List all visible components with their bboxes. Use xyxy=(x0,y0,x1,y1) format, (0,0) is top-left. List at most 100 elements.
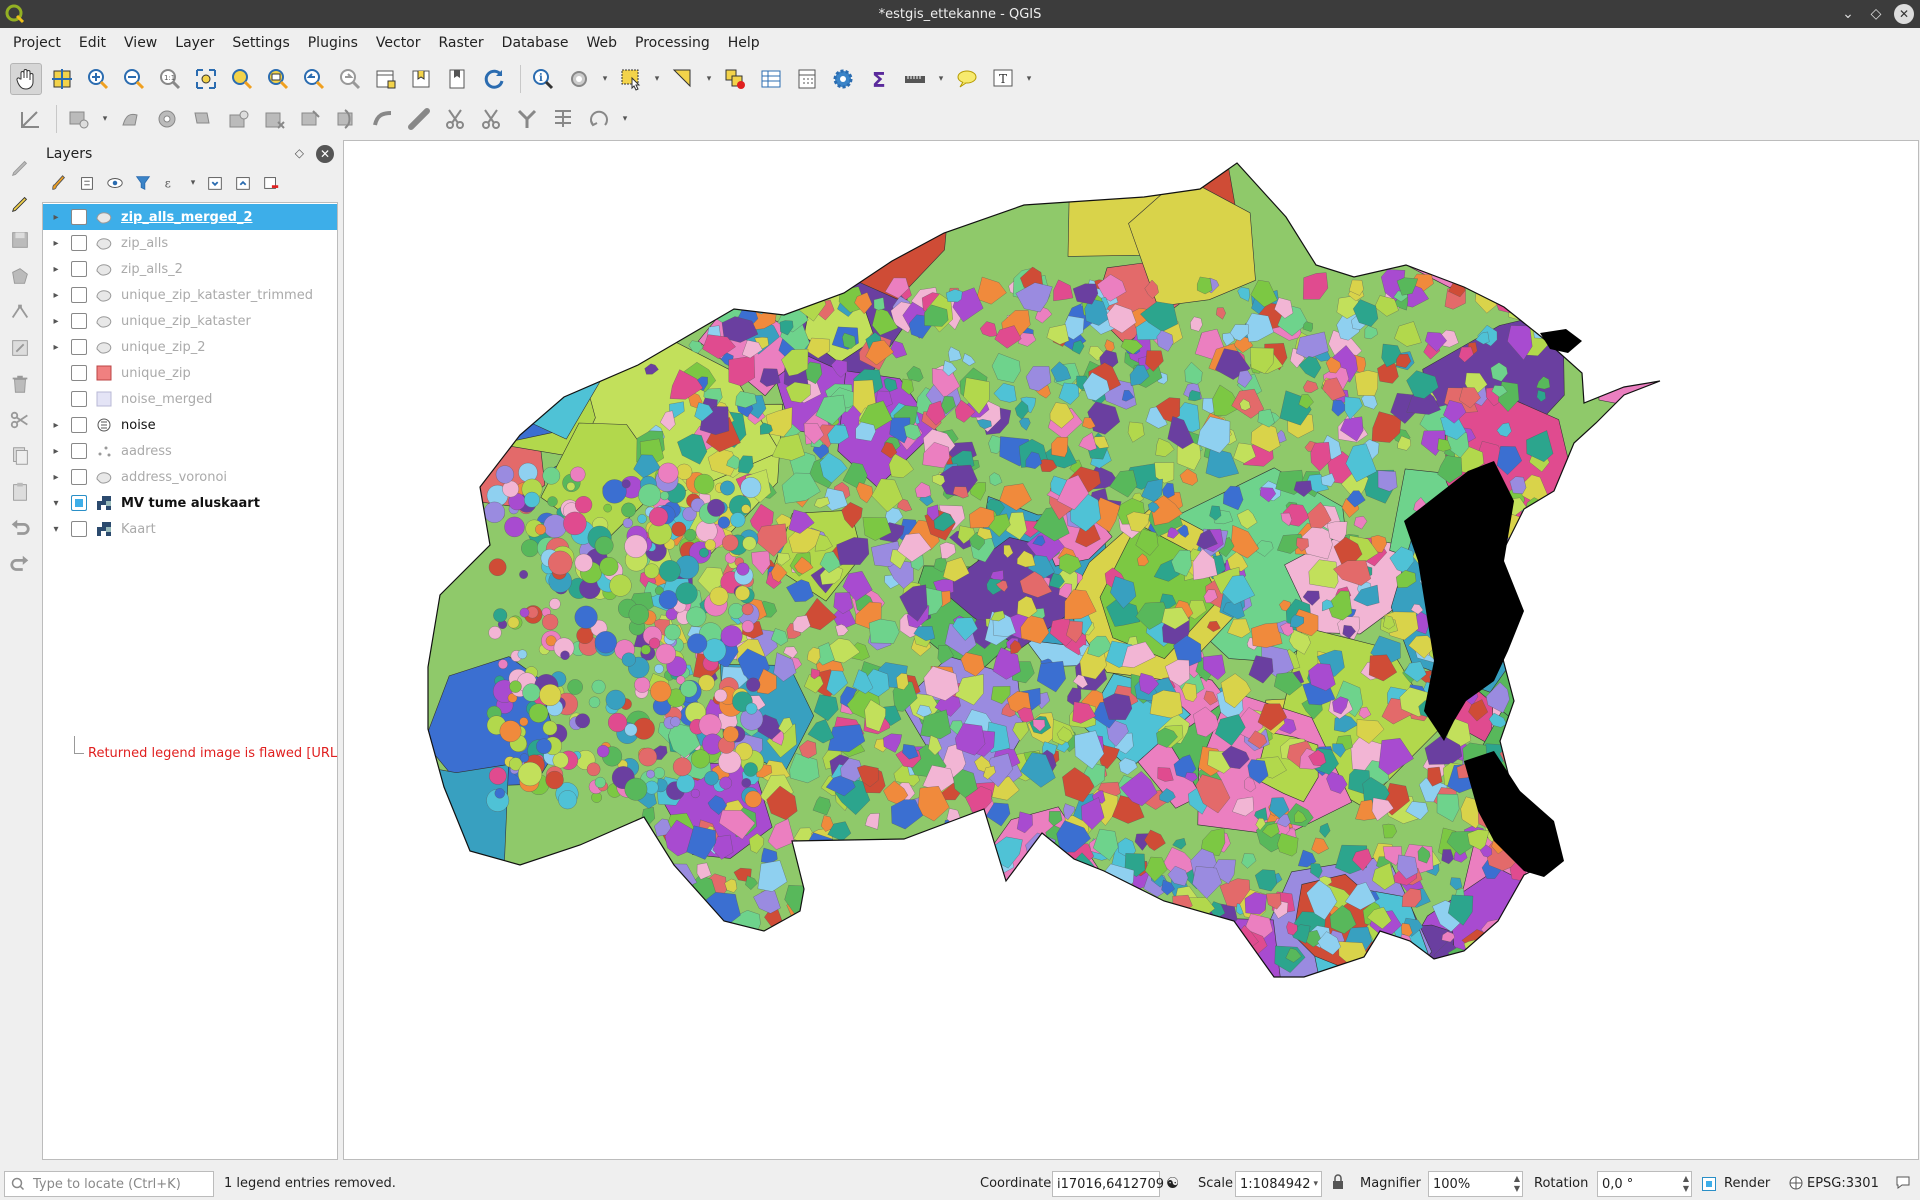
identify-features-button[interactable]: i xyxy=(527,63,559,95)
reshape-button[interactable] xyxy=(331,103,363,135)
map-tips-button[interactable] xyxy=(951,63,983,95)
paste-features-button[interactable] xyxy=(0,474,40,510)
pan-to-selection-button[interactable] xyxy=(46,63,78,95)
expand-chevron-icon[interactable]: ▸ xyxy=(43,290,65,301)
minimize-icon[interactable]: ⌄ xyxy=(1838,4,1858,24)
close-panel-icon[interactable]: ✕ xyxy=(316,145,334,163)
menu-raster[interactable]: Raster xyxy=(430,35,493,51)
menu-vector[interactable]: Vector xyxy=(367,35,430,51)
select-features-button[interactable] xyxy=(615,63,647,95)
layer-visibility-checkbox[interactable] xyxy=(71,313,87,329)
expand-chevron-icon[interactable]: ▸ xyxy=(43,316,65,327)
field-calculator-button[interactable] xyxy=(791,63,823,95)
select-by-value-button[interactable] xyxy=(667,63,699,95)
zoom-in-button[interactable] xyxy=(82,63,114,95)
undo-redo-tool-button[interactable] xyxy=(63,103,95,135)
add-feature-button[interactable] xyxy=(0,258,40,294)
actions-button[interactable] xyxy=(563,63,595,95)
magnifier-field[interactable]: 100% ▲ ▼ xyxy=(1428,1171,1523,1197)
remove-layer-button[interactable] xyxy=(260,172,282,194)
redo-button[interactable] xyxy=(0,546,40,582)
menu-layer[interactable]: Layer xyxy=(166,35,223,51)
simplify-feature-button[interactable] xyxy=(115,103,147,135)
zoom-full-button[interactable] xyxy=(190,63,222,95)
zoom-next-button[interactable] xyxy=(334,63,366,95)
open-attribute-table-button[interactable] xyxy=(755,63,787,95)
expression-dropdown-icon[interactable]: ▾ xyxy=(188,172,198,194)
crs-button[interactable]: EPSG:3301 xyxy=(1807,1176,1879,1191)
layer-row[interactable]: ▾ MV tume aluskaart xyxy=(43,490,337,516)
layer-visibility-checkbox[interactable] xyxy=(71,261,87,277)
menu-plugins[interactable]: Plugins xyxy=(299,35,367,51)
modify-attributes-button[interactable] xyxy=(0,330,40,366)
layer-visibility-checkbox[interactable] xyxy=(71,339,87,355)
collapse-all-button[interactable] xyxy=(232,172,254,194)
new-map-view-button[interactable] xyxy=(370,63,402,95)
rotation-spinner-icon[interactable]: ▲ ▼ xyxy=(1683,1174,1689,1194)
locator-search-input[interactable]: Type to locate (Ctrl+K) xyxy=(4,1171,214,1197)
scale-field[interactable]: 1:1084942 ▾ xyxy=(1235,1171,1322,1197)
layer-visibility-checkbox[interactable] xyxy=(71,417,87,433)
rotation-field[interactable]: 0,0 ° ▲ ▼ xyxy=(1597,1171,1692,1197)
new-bookmark-button[interactable] xyxy=(406,63,438,95)
zoom-out-button[interactable] xyxy=(118,63,150,95)
toggle-editing-button[interactable] xyxy=(0,186,40,222)
render-checkbox[interactable] xyxy=(1702,1177,1716,1191)
menu-view[interactable]: View xyxy=(115,35,166,51)
layer-visibility-checkbox[interactable] xyxy=(71,365,87,381)
layer-row[interactable]: ▸ aadress xyxy=(43,438,337,464)
expand-chevron-icon[interactable]: ▸ xyxy=(43,264,65,275)
vertex-tool-button[interactable] xyxy=(0,294,40,330)
layer-row[interactable]: unique_zip xyxy=(43,360,337,386)
layer-visibility-checkbox[interactable] xyxy=(71,287,87,303)
expand-chevron-icon[interactable]: ▸ xyxy=(43,420,65,431)
messages-icon[interactable] xyxy=(1895,1174,1911,1194)
undo-button[interactable] xyxy=(0,510,40,546)
toggle-extents-icon[interactable]: ☯ xyxy=(1166,1174,1179,1192)
delete-ring-button[interactable] xyxy=(259,103,291,135)
layer-visibility-checkbox[interactable] xyxy=(71,521,87,537)
add-group-button[interactable] xyxy=(76,172,98,194)
lock-scale-icon[interactable] xyxy=(1331,1174,1345,1194)
zoom-last-button[interactable] xyxy=(298,63,330,95)
show-bookmarks-button[interactable] xyxy=(442,63,474,95)
rotate-dropdown-icon[interactable]: ▾ xyxy=(99,114,111,124)
processing-toolbox-button[interactable] xyxy=(827,63,859,95)
layer-row[interactable]: ▸ zip_alls_2 xyxy=(43,256,337,282)
menu-help[interactable]: Help xyxy=(719,35,769,51)
map-canvas[interactable] xyxy=(343,140,1919,1160)
layer-row[interactable]: ▸ zip_alls xyxy=(43,230,337,256)
rotate-point-dropdown-icon[interactable]: ▾ xyxy=(619,114,631,124)
split-parts-button[interactable] xyxy=(475,103,507,135)
zoom-to-selection-button[interactable] xyxy=(226,63,258,95)
statistical-summary-button[interactable]: Σ xyxy=(863,63,895,95)
save-edits-button[interactable] xyxy=(0,222,40,258)
close-window-icon[interactable]: ✕ xyxy=(1894,4,1914,24)
fill-ring-button[interactable] xyxy=(223,103,255,135)
zoom-native-button[interactable]: 1:1 xyxy=(154,63,186,95)
layer-visibility-checkbox[interactable] xyxy=(71,209,87,225)
manage-visibility-button[interactable] xyxy=(104,172,126,194)
refresh-button[interactable] xyxy=(478,63,510,95)
menu-processing[interactable]: Processing xyxy=(626,35,719,51)
expand-chevron-icon[interactable]: ▸ xyxy=(43,342,65,353)
select-value-dropdown-icon[interactable]: ▾ xyxy=(703,74,715,84)
delete-part-button[interactable] xyxy=(295,103,327,135)
split-features-button[interactable] xyxy=(439,103,471,135)
layer-row[interactable]: ▾ Kaart xyxy=(43,516,337,542)
actions-dropdown-icon[interactable]: ▾ xyxy=(599,74,611,84)
text-annotation-button[interactable]: T xyxy=(987,63,1019,95)
layer-row[interactable]: ▸ unique_zip_2 xyxy=(43,334,337,360)
layer-visibility-checkbox[interactable] xyxy=(71,235,87,251)
cut-features-button[interactable] xyxy=(0,402,40,438)
expand-chevron-icon[interactable]: ▸ xyxy=(43,212,65,223)
filter-by-expression-button[interactable]: ε xyxy=(160,172,182,194)
layer-styling-button[interactable] xyxy=(48,172,70,194)
delete-selected-button[interactable] xyxy=(0,366,40,402)
menu-database[interactable]: Database xyxy=(493,35,578,51)
menu-edit[interactable]: Edit xyxy=(70,35,115,51)
add-part-button[interactable] xyxy=(187,103,219,135)
scale-dropdown-icon[interactable]: ▾ xyxy=(1313,1179,1318,1189)
layer-row[interactable]: ▸ address_voronoi xyxy=(43,464,337,490)
cad-tools-button[interactable] xyxy=(14,103,46,135)
